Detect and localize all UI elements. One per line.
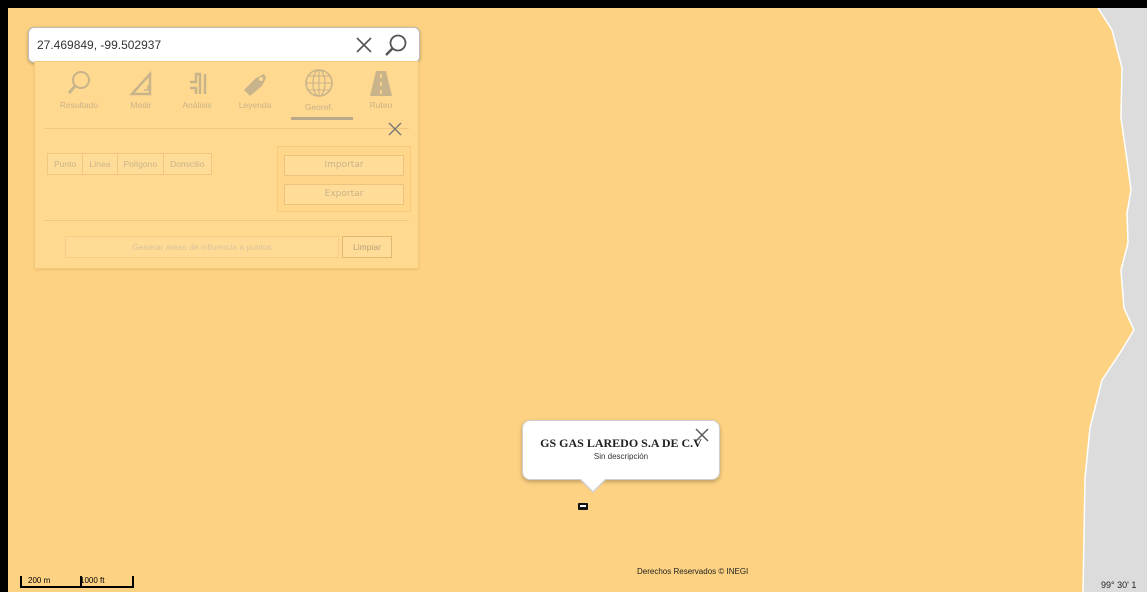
feature-popup: GS GAS LAREDO S.A DE C.V Sin descripción: [522, 420, 720, 493]
location-marker[interactable]: [578, 503, 588, 510]
close-panel-button[interactable]: [386, 120, 404, 138]
scale-imperial: 1000 ft: [74, 576, 134, 588]
tool-label: Medir: [130, 100, 152, 110]
tool-label: Georef.: [304, 102, 334, 112]
close-icon: [388, 122, 402, 136]
search-input[interactable]: [35, 33, 339, 57]
tool-analisis[interactable]: Análisis: [169, 68, 225, 120]
geometry-option-poligono[interactable]: Polígono: [117, 153, 165, 175]
divider: [45, 220, 409, 221]
active-tool-indicator: [291, 117, 353, 120]
attribution-text: Derechos Reservados © INEGI: [637, 567, 749, 576]
tool-leyenda[interactable]: Leyenda: [227, 68, 283, 120]
coordinates-readout: 99° 30' 1: [1101, 580, 1137, 590]
tool-label: Leyenda: [238, 100, 272, 110]
tool-label: Análisis: [182, 100, 212, 110]
popup-title: GS GAS LAREDO S.A DE C.V: [540, 436, 702, 450]
geometry-type-group: Punto Línea Polígono Domicilio: [47, 153, 212, 175]
tool-medir[interactable]: Medir: [113, 68, 169, 120]
import-export-box: Importar Exportar: [277, 146, 411, 212]
clear-search-button[interactable]: [352, 33, 376, 57]
scale-metric: 200 m: [20, 576, 82, 588]
popup-pointer: [581, 479, 605, 491]
tool-label: Ruteo: [369, 100, 393, 110]
generate-influence-areas-button[interactable]: Generar áreas de influencia a puntos: [65, 236, 339, 258]
tools-panel: Resultado Medir Análisis Leyenda Georef.: [34, 61, 419, 269]
divider: [45, 128, 409, 129]
tool-ruteo[interactable]: Ruteo: [353, 68, 409, 120]
clear-button[interactable]: Limpiar: [342, 236, 392, 258]
export-button[interactable]: Exportar: [284, 184, 404, 205]
search-bar: [28, 27, 420, 63]
import-button[interactable]: Importar: [284, 155, 404, 176]
tool-georef[interactable]: Georef.: [291, 68, 347, 120]
search-icon: [385, 34, 407, 56]
tool-resultado[interactable]: Resultado: [51, 68, 107, 120]
road-icon: [370, 71, 392, 96]
analysis-icon: [190, 72, 207, 94]
search-icon: [67, 71, 90, 94]
tag-icon: [244, 74, 266, 96]
geometry-option-domicilio[interactable]: Domicilio: [164, 153, 212, 175]
search-button[interactable]: [382, 32, 410, 58]
geometry-option-linea[interactable]: Línea: [83, 153, 118, 175]
globe-icon: [305, 69, 333, 97]
ruler-triangle-icon: [129, 70, 152, 96]
tool-label: Resultado: [59, 100, 99, 110]
geometry-option-punto[interactable]: Punto: [47, 153, 84, 175]
popup-description: Sin descripción: [593, 452, 649, 461]
close-popup-button[interactable]: [693, 426, 711, 444]
close-icon: [356, 37, 372, 53]
close-icon: [695, 428, 709, 442]
